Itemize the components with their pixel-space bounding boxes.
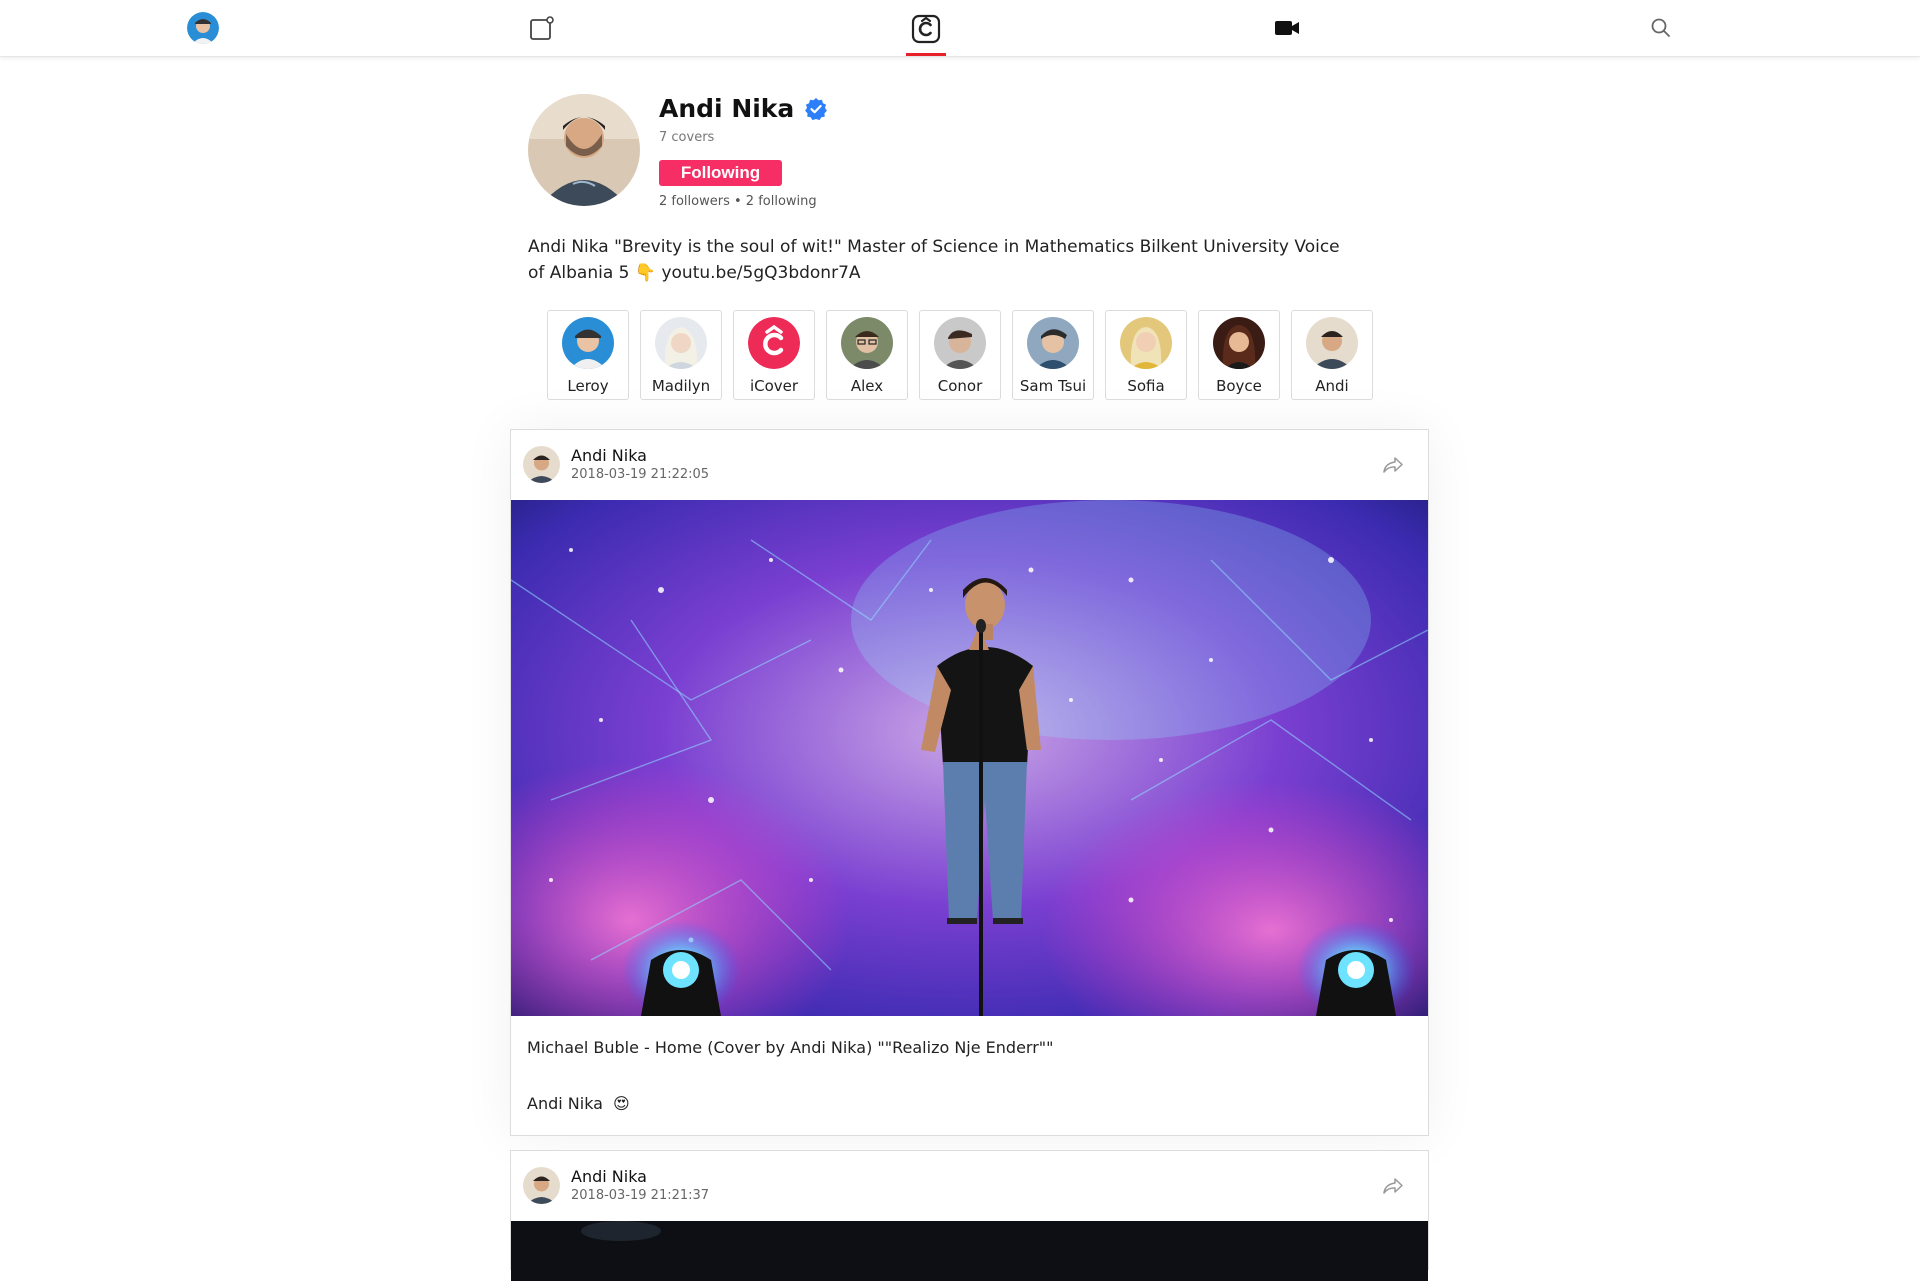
profile-name: Andi Nika	[659, 94, 828, 123]
following-name: Madilyn	[651, 377, 711, 395]
avatar[interactable]	[523, 1167, 560, 1204]
avatar	[1120, 317, 1172, 369]
post-header: Andi Nika 2018-03-19 21:22:05	[511, 430, 1428, 500]
compose-icon[interactable]	[512, 0, 572, 56]
following-card-icover[interactable]: iCover	[733, 310, 815, 400]
avatar	[655, 317, 707, 369]
following-name: Sam Tsui	[1019, 377, 1087, 395]
following-name: Conor	[937, 377, 983, 395]
nav-profile-avatar[interactable]	[173, 0, 233, 56]
post-date: 2018-03-19 21:22:05	[571, 467, 710, 482]
following-name: Leroy	[567, 377, 609, 395]
following-list: Leroy Madilyn iCover Alex Conor Sam Tsui	[547, 310, 1373, 400]
following-card-leroy[interactable]: Leroy	[547, 310, 629, 400]
share-icon[interactable]	[1382, 456, 1404, 474]
following-name: Boyce	[1216, 377, 1262, 395]
following-card-sam-tsui[interactable]: Sam Tsui	[1012, 310, 1094, 400]
post-subtitle: Andi Nika 😍	[527, 1094, 630, 1113]
video-camera-icon[interactable]	[1257, 0, 1317, 56]
heart-eyes-emoji-icon: 😍	[612, 1094, 630, 1113]
active-tab-indicator	[906, 53, 946, 56]
avatar	[187, 12, 219, 44]
covers-count: 7 covers	[659, 130, 715, 145]
post-video-thumbnail[interactable]	[511, 1221, 1428, 1281]
post-author[interactable]: Andi Nika	[571, 446, 647, 465]
top-nav	[0, 0, 1920, 57]
follow-stats[interactable]: 2 followers • 2 following	[659, 194, 817, 209]
following-name: Andi	[1315, 377, 1349, 395]
avatar[interactable]	[523, 446, 560, 483]
avatar	[934, 317, 986, 369]
following-card-sofia[interactable]: Sofia	[1105, 310, 1187, 400]
avatar	[1306, 317, 1358, 369]
post-card: Andi Nika 2018-03-19 21:22:05 Michael Bu…	[510, 429, 1429, 1136]
post-subtitle-text: Andi Nika	[527, 1094, 603, 1113]
following-card-conor[interactable]: Conor	[919, 310, 1001, 400]
icover-home-icon[interactable]	[896, 0, 956, 56]
search-icon[interactable]	[1631, 0, 1691, 56]
profile-avatar	[528, 94, 640, 206]
following-card-alex[interactable]: Alex	[826, 310, 908, 400]
verified-badge-icon	[805, 97, 828, 120]
profile-name-text: Andi Nika	[659, 94, 795, 123]
following-button[interactable]: Following	[659, 160, 782, 186]
following-name: Sofia	[1127, 377, 1165, 395]
post-date: 2018-03-19 21:21:37	[571, 1188, 710, 1203]
post-card: Andi Nika 2018-03-19 21:21:37	[510, 1150, 1429, 1281]
avatar	[1213, 317, 1265, 369]
following-card-boyce[interactable]: Boyce	[1198, 310, 1280, 400]
post-title: Michael Buble - Home (Cover by Andi Nika…	[527, 1038, 1054, 1057]
share-icon[interactable]	[1382, 1177, 1404, 1195]
following-card-andi[interactable]: Andi	[1291, 310, 1373, 400]
icover-logo-icon	[748, 317, 800, 369]
avatar	[841, 317, 893, 369]
profile-bio: Andi Nika "Brevity is the soul of wit!" …	[528, 237, 1340, 283]
post-author[interactable]: Andi Nika	[571, 1167, 647, 1186]
following-name: Alex	[850, 377, 884, 395]
avatar	[562, 317, 614, 369]
post-header: Andi Nika 2018-03-19 21:21:37	[511, 1151, 1428, 1221]
avatar	[1027, 317, 1079, 369]
post-video-thumbnail[interactable]	[511, 500, 1428, 1016]
following-name: iCover	[749, 377, 799, 395]
following-card-madilyn[interactable]: Madilyn	[640, 310, 722, 400]
